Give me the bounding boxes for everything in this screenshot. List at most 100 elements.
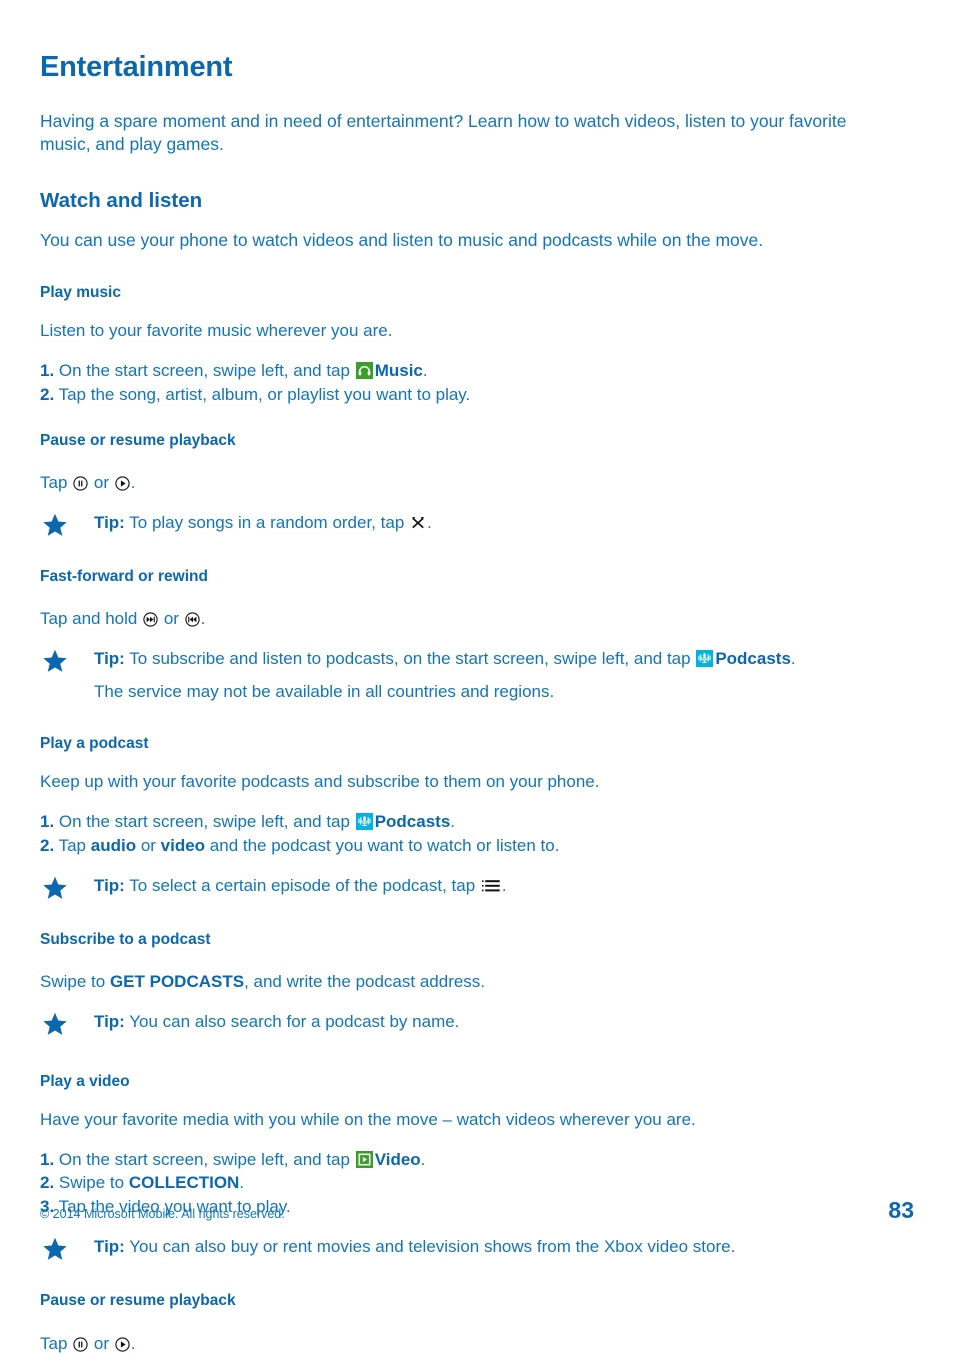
manual-page: Entertainment Having a spare moment and … — [0, 0, 954, 1352]
step-text: Tap the song, artist, album, or playlist… — [54, 384, 471, 404]
heading-pause-or-resume-playback-video: Pause or resume playback — [40, 1292, 236, 1310]
step-text-end: and the podcast you want to watch or lis… — [205, 835, 560, 855]
tip-label: Tip: — [94, 1237, 125, 1257]
tip-text: Tip: You can also search for a podcast b… — [94, 1010, 914, 1033]
play-music-step-2: 2. Tap the song, artist, album, or playl… — [40, 383, 914, 407]
podcasts-app-tile-icon — [355, 813, 373, 831]
section-lead-paragraph: You can use your phone to watch videos a… — [40, 230, 764, 251]
tip-search-podcast-by-name: Tip: You can also search for a podcast b… — [40, 1010, 914, 1041]
tip-sentence-end: . — [501, 876, 507, 896]
bulleted-list-icon — [481, 878, 501, 894]
action-collection: COLLECTION — [128, 1173, 240, 1193]
step-number: 1. — [40, 1149, 55, 1169]
tip-text: Tip: To play songs in a random order, ta… — [94, 511, 914, 534]
tip-sentence-end: . — [790, 649, 796, 669]
tip-sentence: You can also buy or rent movies and tele… — [124, 1237, 736, 1257]
subsection-heading-play-a-podcast: Play a podcast — [40, 735, 149, 753]
copyright-notice: © 2014 Microsoft Mobile. All rights rese… — [40, 1207, 285, 1221]
page-intro-paragraph: Having a spare moment and in need of ent… — [40, 110, 847, 154]
step-text-end: . — [420, 1149, 426, 1169]
instruction-text: Swipe to — [40, 972, 110, 992]
tip-select-episode: Tip: To select a certain episode of the … — [40, 874, 914, 905]
tip-sentence: To play songs in a random order, tap — [124, 513, 409, 533]
tip-sentence: To select a certain episode of the podca… — [124, 876, 480, 896]
step-text-end: . — [239, 1173, 245, 1193]
tip-sentence-end: . — [427, 513, 432, 533]
heading-pause-or-resume-playback-music: Pause or resume playback — [40, 432, 236, 450]
instruction-text: Tap and hold — [40, 609, 143, 629]
star-icon — [42, 1235, 68, 1266]
star-icon — [42, 874, 68, 905]
podcasts-app-tile-icon — [696, 650, 714, 668]
instruction-text: . — [130, 1333, 136, 1353]
tip-second-line: The service may not be available in all … — [94, 682, 555, 702]
tip-label: Tip: — [94, 649, 125, 669]
step-number: 1. — [40, 361, 55, 381]
step-number: 1. — [40, 812, 55, 832]
option-audio: audio — [90, 835, 137, 855]
play-music-steps: 1. On the start screen, swipe left, and … — [40, 359, 914, 406]
tip-sentence: To subscribe and listen to podcasts, on … — [124, 649, 696, 669]
play-podcast-step-1: 1. On the start screen, swipe left, and … — [40, 810, 914, 834]
instruction-text: or — [159, 609, 184, 629]
app-name-podcasts: Podcasts — [374, 812, 451, 832]
subsection-heading-play-a-video: Play a video — [40, 1073, 130, 1091]
tip-text: Tip: To select a certain episode of the … — [94, 874, 914, 897]
star-icon — [42, 511, 68, 542]
option-video: video — [160, 835, 206, 855]
tip-sentence: You can also search for a podcast by nam… — [124, 1012, 460, 1032]
tip-xbox-video-store: Tip: You can also buy or rent movies and… — [40, 1235, 914, 1266]
step-text: On the start screen, swipe left, and tap — [54, 361, 355, 381]
pause-circle-icon — [73, 476, 88, 491]
instruction-text: Tap — [40, 1333, 73, 1353]
fast-forward-instruction: Tap and hold or . — [40, 607, 914, 630]
step-text: On the start screen, swipe left, and tap — [54, 1149, 355, 1169]
play-podcast-steps: 1. On the start screen, swipe left, and … — [40, 810, 914, 857]
page-footer: © 2014 Microsoft Mobile. All rights rese… — [40, 1199, 914, 1222]
subscribe-instruction: Swipe to GET PODCASTS, and write the pod… — [40, 970, 914, 993]
pause-resume-instruction-music: Tap or . — [40, 471, 914, 494]
rewind-circle-icon — [185, 612, 200, 628]
tip-random-order: Tip: To play songs in a random order, ta… — [40, 511, 914, 542]
instruction-text: or — [89, 473, 114, 493]
star-icon — [42, 1010, 68, 1041]
pause-circle-icon — [73, 1336, 88, 1352]
step-text-mid: or — [136, 835, 161, 855]
heading-subscribe-to-a-podcast: Subscribe to a podcast — [40, 931, 211, 949]
tip-text: Tip: To subscribe and listen to podcasts… — [94, 647, 914, 703]
play-music-intro: Listen to your favorite music wherever y… — [40, 321, 393, 341]
tip-subscribe-podcasts: Tip: To subscribe and listen to podcasts… — [40, 647, 914, 703]
page-number: 83 — [888, 1197, 914, 1223]
section-heading-watch-and-listen: Watch and listen — [40, 188, 203, 212]
play-video-intro: Have your favorite media with you while … — [40, 1109, 696, 1129]
tip-label: Tip: — [94, 1012, 125, 1032]
subsection-heading-play-music: Play music — [40, 284, 121, 302]
instruction-text: Tap — [40, 473, 73, 493]
instruction-text-end: , and write the podcast address. — [244, 972, 486, 992]
step-text-end: . — [422, 361, 428, 381]
play-music-step-1: 1. On the start screen, swipe left, and … — [40, 359, 914, 383]
step-number: 2. — [40, 1173, 55, 1193]
play-circle-icon — [115, 1336, 130, 1352]
video-app-tile-icon — [355, 1150, 373, 1168]
app-name-music: Music — [374, 361, 423, 381]
tip-text: Tip: You can also buy or rent movies and… — [94, 1235, 914, 1258]
instruction-text: . — [200, 609, 206, 629]
action-get-podcasts: GET PODCASTS — [109, 972, 245, 992]
play-video-step-1: 1. On the start screen, swipe left, and … — [40, 1148, 914, 1172]
step-text: Tap — [54, 835, 91, 855]
instruction-text: . — [130, 473, 136, 493]
music-app-tile-icon — [355, 362, 373, 380]
shuffle-icon — [410, 515, 426, 531]
tip-label: Tip: — [94, 876, 125, 896]
app-name-video: Video — [374, 1149, 421, 1169]
heading-fast-forward-or-rewind: Fast-forward or rewind — [40, 568, 208, 586]
instruction-text: or — [89, 1333, 114, 1353]
play-video-step-2: 2. Swipe to COLLECTION. — [40, 1171, 914, 1195]
step-text-end: . — [450, 812, 456, 832]
pause-resume-instruction-video: Tap or . — [40, 1332, 914, 1355]
step-text: Swipe to — [54, 1173, 129, 1193]
step-number: 2. — [40, 384, 55, 404]
app-name-podcasts: Podcasts — [715, 649, 791, 669]
fast-forward-circle-icon — [143, 612, 158, 628]
